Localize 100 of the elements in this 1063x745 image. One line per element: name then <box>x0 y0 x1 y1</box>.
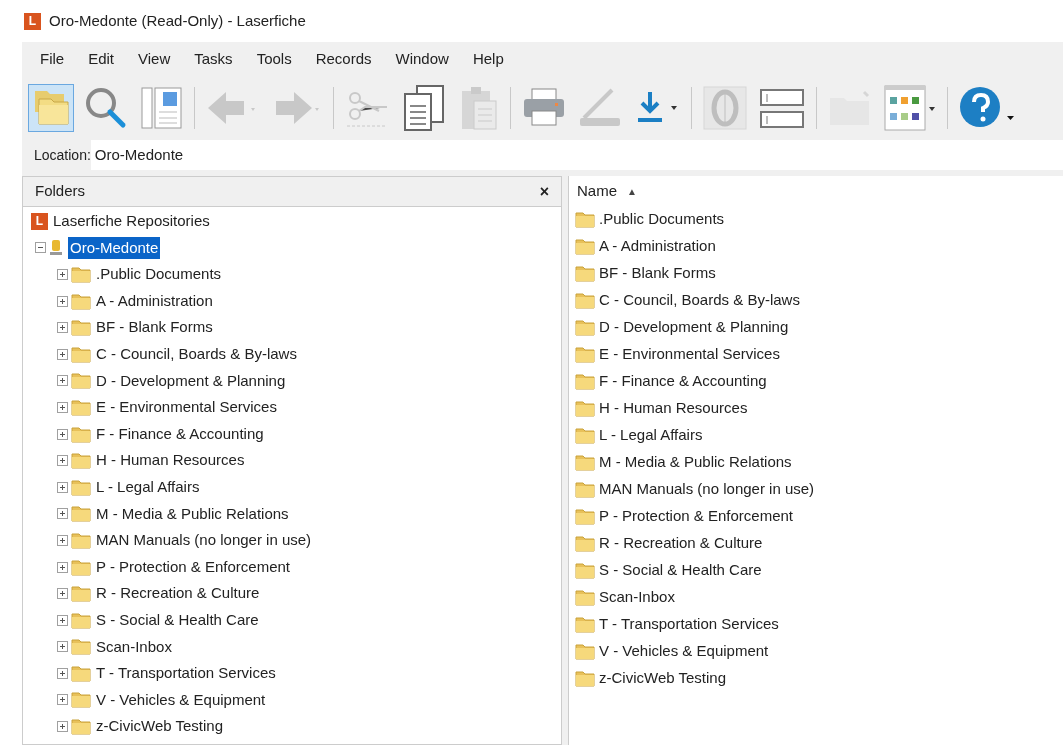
folder-icon <box>575 265 595 282</box>
tree-item[interactable]: D - Development & Planning <box>94 369 288 393</box>
menu-item[interactable]: Tasks <box>182 43 245 75</box>
folder-icon <box>575 481 595 498</box>
list-item[interactable]: R - Recreation & Culture <box>599 532 763 555</box>
list-item[interactable]: .Public Documents <box>599 208 725 231</box>
folder-icon <box>575 211 595 228</box>
window-title: Oro-Medonte (Read-Only) - Laserfiche <box>49 10 306 31</box>
folder-icon <box>71 691 91 709</box>
tree-item[interactable]: C - Council, Boards & By-laws <box>94 343 299 366</box>
folder-icon <box>575 346 595 363</box>
folder-icon <box>575 562 595 579</box>
tree-item[interactable]: Laserfiche Repositories <box>51 210 212 233</box>
expand-toggle[interactable] <box>57 694 68 706</box>
list-item[interactable]: MAN Manuals (no longer in use) <box>599 478 815 501</box>
list-item[interactable]: BF - Blank Forms <box>599 262 716 285</box>
list-item[interactable]: S - Social & Health Care <box>599 559 762 582</box>
list-item[interactable]: z-CivicWeb Testing <box>599 667 726 690</box>
list-item[interactable]: V - Vehicles & Equipment <box>599 640 769 663</box>
folder-icon <box>828 88 872 128</box>
list-item[interactable]: C - Council, Boards & By-laws <box>599 289 800 312</box>
preview-pane-icon <box>141 86 183 130</box>
folder-icon <box>71 638 91 656</box>
view-grid-icon <box>884 85 936 131</box>
expand-toggle[interactable] <box>57 508 68 520</box>
folder-icon <box>71 266 91 283</box>
folder-icon <box>575 454 595 471</box>
folder-icon <box>575 373 595 390</box>
list-item[interactable]: M - Media & Public Relations <box>599 451 792 474</box>
folder-icon <box>71 558 91 576</box>
folder-icon <box>71 478 91 496</box>
list-item[interactable]: A - Administration <box>599 235 716 258</box>
tree-item[interactable]: V - Vehicles & Equipment <box>94 688 268 712</box>
folder-icon <box>575 535 595 552</box>
tree-item[interactable]: .Public Documents <box>94 263 224 286</box>
printer-icon <box>522 87 566 129</box>
tree-item[interactable]: A - Administration <box>94 289 215 313</box>
list-item[interactable]: F - Finance & Accounting <box>599 370 767 393</box>
menu-item[interactable]: Window <box>383 43 461 75</box>
tree-item[interactable]: T - Transportation Services <box>94 662 278 685</box>
folder-icon <box>71 452 91 470</box>
list-item[interactable]: D - Development & Planning <box>599 316 789 339</box>
folder-icon <box>575 670 595 687</box>
folder-icon <box>71 425 91 443</box>
ocr-icon <box>703 86 747 130</box>
expand-toggle[interactable] <box>57 401 68 413</box>
tree-item[interactable]: L - Legal Affairs <box>94 476 202 499</box>
folder-icon <box>71 611 91 629</box>
menu-item[interactable]: Help <box>460 43 516 75</box>
help-icon <box>959 86 1015 130</box>
expand-toggle[interactable] <box>57 481 68 493</box>
sort-arrow: ▲ <box>627 184 637 199</box>
fields-icon <box>759 86 805 130</box>
list-item[interactable]: H - Human Resources <box>599 397 748 420</box>
tree-item[interactable]: H - Human Resources <box>94 449 247 472</box>
menu-item[interactable]: Tools <box>244 43 304 75</box>
expand-toggle[interactable] <box>57 295 68 307</box>
menu-item[interactable]: Edit <box>76 43 127 75</box>
expand-toggle[interactable] <box>57 588 68 600</box>
expand-toggle[interactable] <box>57 561 68 573</box>
tree-item[interactable]: M - Media & Public Relations <box>94 502 291 526</box>
column-header[interactable]: Name <box>577 179 617 203</box>
tree-item[interactable]: P - Protection & Enforcement <box>94 555 292 579</box>
folder-icon <box>71 718 91 736</box>
expand-toggle[interactable] <box>57 375 68 387</box>
collapse-toggle[interactable] <box>35 242 46 254</box>
expand-toggle[interactable] <box>57 322 68 334</box>
menu-item[interactable]: View <box>126 43 183 75</box>
tree-item[interactable]: Scan-Inbox <box>94 635 174 659</box>
tree-item[interactable]: S - Social & Health Care <box>94 608 261 632</box>
folder-icon <box>71 292 91 310</box>
list-item[interactable]: L - Legal Affairs <box>599 424 703 447</box>
expand-toggle[interactable] <box>57 348 68 360</box>
menu-item[interactable]: File <box>28 43 77 75</box>
expand-toggle[interactable] <box>57 667 68 679</box>
tree-item[interactable]: R - Recreation & Culture <box>94 582 262 605</box>
expand-toggle[interactable] <box>57 614 68 626</box>
expand-toggle[interactable] <box>57 455 68 467</box>
expand-toggle[interactable] <box>57 428 68 440</box>
tree-item[interactable]: z-CivicWeb Testing <box>94 715 225 738</box>
list-item[interactable]: T - Transportation Services <box>599 613 779 636</box>
list-item[interactable]: E - Environmental Services <box>599 343 780 366</box>
logo-icon: L <box>24 12 41 30</box>
menu-item[interactable]: Records <box>303 43 384 75</box>
tree-item[interactable]: E - Environmental Services <box>94 396 279 419</box>
expand-toggle[interactable] <box>57 721 68 733</box>
location-field[interactable]: Oro-Medonte <box>90 140 1063 170</box>
tree-item[interactable]: F - Finance & Accounting <box>94 422 266 446</box>
tree-item[interactable]: Oro-Medonte <box>68 236 161 260</box>
folder-icon <box>575 319 595 336</box>
list-item[interactable]: P - Protection & Enforcement <box>599 505 793 528</box>
list-item[interactable]: Scan-Inbox <box>599 586 675 609</box>
folder-icon <box>71 664 91 682</box>
expand-toggle[interactable] <box>57 641 68 653</box>
expand-toggle[interactable] <box>57 269 68 280</box>
expand-toggle[interactable] <box>57 534 68 546</box>
folder-icon <box>71 585 91 603</box>
tree-item[interactable]: BF - Blank Forms <box>94 316 215 339</box>
close-button[interactable]: × <box>539 183 549 200</box>
tree-item[interactable]: MAN Manuals (no longer in use) <box>94 529 314 552</box>
